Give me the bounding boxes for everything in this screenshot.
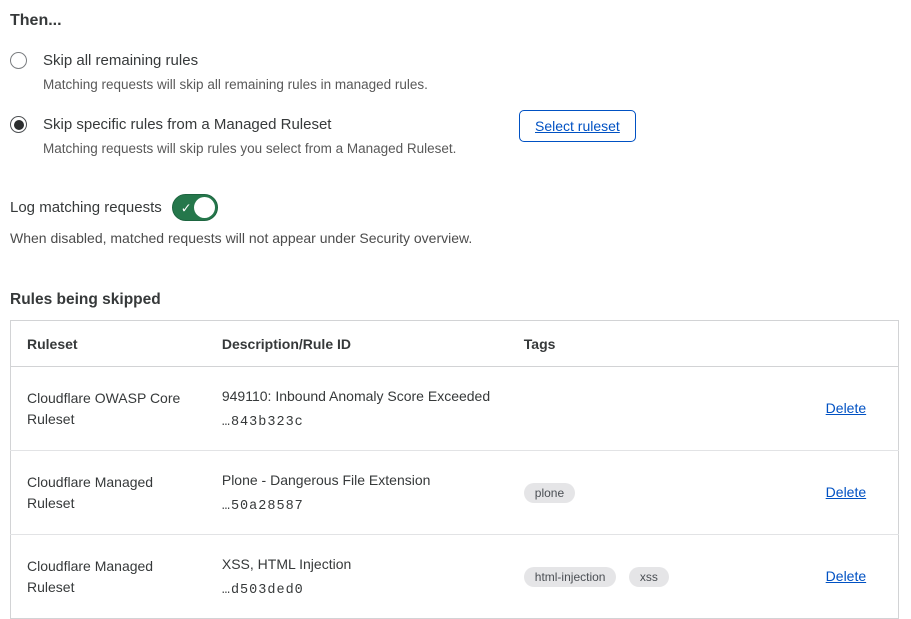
rule-id: …d503ded0 xyxy=(222,583,492,598)
table-row: Cloudflare Managed Ruleset XSS, HTML Inj… xyxy=(11,535,899,619)
tags-cell: html-injection xss xyxy=(508,535,810,619)
ruleset-name: Cloudflare Managed Ruleset xyxy=(11,535,206,619)
log-matching-requests-label: Log matching requests xyxy=(10,199,162,216)
rules-being-skipped-heading: Rules being skipped xyxy=(10,291,899,309)
option-skip-specific-rules: Skip specific rules from a Managed Rules… xyxy=(10,114,899,158)
logging-section: Log matching requests ✓ When disabled, m… xyxy=(10,194,899,246)
select-ruleset-button[interactable]: Select ruleset xyxy=(519,110,636,142)
radio-skip-all-rules[interactable] xyxy=(10,52,27,69)
description-rule-id-cell: 949110: Inbound Anomaly Score Exceeded …… xyxy=(206,367,508,451)
option-skip-specific-text: Skip specific rules from a Managed Rules… xyxy=(43,114,456,158)
column-header-tags: Tags xyxy=(508,321,810,367)
column-header-ruleset: Ruleset xyxy=(11,321,206,367)
logging-description: When disabled, matched requests will not… xyxy=(10,230,899,246)
rule-description: 949110: Inbound Anomaly Score Exceeded xyxy=(222,387,492,406)
logging-row: Log matching requests ✓ xyxy=(10,194,899,221)
delete-link[interactable]: Delete xyxy=(826,568,866,584)
column-header-description-rule-id: Description/Rule ID xyxy=(206,321,508,367)
log-matching-requests-toggle[interactable]: ✓ xyxy=(172,194,218,221)
option-skip-all-text: Skip all remaining rules Matching reques… xyxy=(43,50,428,94)
actions-cell: Delete xyxy=(810,451,899,535)
then-heading: Then... xyxy=(10,12,899,30)
rule-id: …50a28587 xyxy=(222,499,492,514)
actions-cell: Delete xyxy=(810,367,899,451)
radio-skip-specific-rules[interactable] xyxy=(10,116,27,133)
option-skip-all-label[interactable]: Skip all remaining rules xyxy=(43,50,428,71)
actions-cell: Delete xyxy=(810,535,899,619)
check-icon: ✓ xyxy=(181,201,192,214)
description-rule-id-cell: XSS, HTML Injection …d503ded0 xyxy=(206,535,508,619)
table-row: Cloudflare OWASP Core Ruleset 949110: In… xyxy=(11,367,899,451)
option-skip-all-description: Matching requests will skip all remainin… xyxy=(43,75,428,94)
tags-cell xyxy=(508,367,810,451)
delete-link[interactable]: Delete xyxy=(826,400,866,416)
waf-rule-config-page: Then... Skip all remaining rules Matchin… xyxy=(0,0,911,619)
tag-pill: xss xyxy=(629,567,669,587)
rule-description: Plone - Dangerous File Extension xyxy=(222,471,492,490)
toggle-knob xyxy=(194,197,215,218)
rule-description: XSS, HTML Injection xyxy=(222,555,492,574)
option-skip-specific-label[interactable]: Skip specific rules from a Managed Rules… xyxy=(43,114,456,135)
rule-id: …843b323c xyxy=(222,415,492,430)
tag-pill: html-injection xyxy=(524,567,617,587)
table-row: Cloudflare Managed Ruleset Plone - Dange… xyxy=(11,451,899,535)
option-skip-all-rules: Skip all remaining rules Matching reques… xyxy=(10,50,899,94)
tag-pill: plone xyxy=(524,483,575,503)
option-skip-specific-description: Matching requests will skip rules you se… xyxy=(43,139,456,158)
description-rule-id-cell: Plone - Dangerous File Extension …50a285… xyxy=(206,451,508,535)
tags-cell: plone xyxy=(508,451,810,535)
rules-being-skipped-table: Ruleset Description/Rule ID Tags Cloudfl… xyxy=(10,320,899,619)
ruleset-name: Cloudflare Managed Ruleset xyxy=(11,451,206,535)
column-header-actions xyxy=(810,321,899,367)
delete-link[interactable]: Delete xyxy=(826,484,866,500)
ruleset-name: Cloudflare OWASP Core Ruleset xyxy=(11,367,206,451)
table-header-row: Ruleset Description/Rule ID Tags xyxy=(11,321,899,367)
